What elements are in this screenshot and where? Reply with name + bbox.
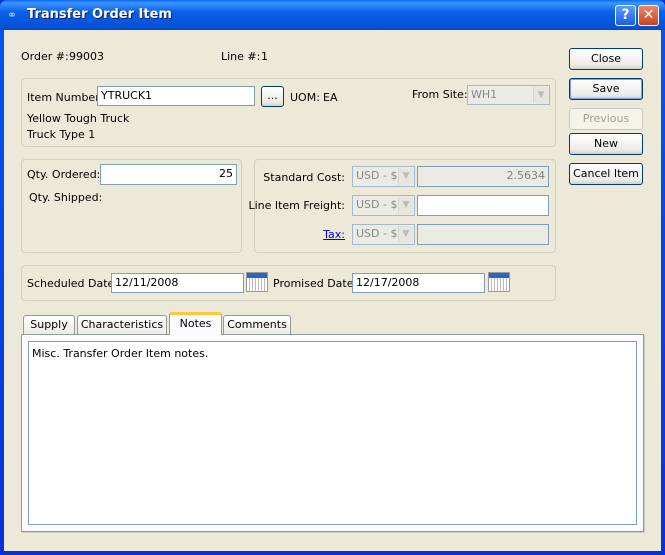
tax-input[interactable] xyxy=(417,224,549,245)
chevron-down-icon: ▼ xyxy=(398,168,413,185)
tax-link[interactable]: Tax: xyxy=(323,228,345,241)
close-button[interactable]: Close xyxy=(569,48,643,70)
qty-shipped-label: Qty. Shipped: xyxy=(29,191,103,204)
qty-ordered-input[interactable]: 25 xyxy=(100,164,237,185)
help-button[interactable]: ? xyxy=(615,5,636,26)
item-browse-button[interactable]: ... xyxy=(261,86,284,107)
item-description-2: Truck Type 1 xyxy=(27,128,96,141)
standard-cost-input[interactable]: 2.5634 xyxy=(417,166,549,187)
from-site-select[interactable]: WH1 ▼ xyxy=(467,85,550,105)
scheduled-date-input[interactable]: 12/11/2008 xyxy=(111,273,244,293)
from-site-value: WH1 xyxy=(471,88,498,101)
uom-label: UOM: xyxy=(290,91,320,104)
freight-currency-value: USD - $ xyxy=(356,198,398,211)
item-number-label: Item Number: xyxy=(27,91,104,104)
freight-currency-select[interactable]: USD - $ ▼ xyxy=(352,195,415,216)
line-number-value: 1 xyxy=(261,50,268,63)
line-number-label: Line #: xyxy=(221,50,261,63)
standard-cost-currency-select[interactable]: USD - $ ▼ xyxy=(352,166,415,187)
order-number-label: Order #: xyxy=(21,50,69,63)
tab-notes[interactable]: Notes xyxy=(169,312,222,335)
tab-supply[interactable]: Supply xyxy=(23,315,75,334)
tab-comments[interactable]: Comments xyxy=(223,315,291,334)
freight-label: Line Item Freight: xyxy=(248,199,345,212)
chevron-down-icon: ▼ xyxy=(398,226,413,243)
promised-date-input[interactable]: 12/17/2008 xyxy=(352,273,485,293)
chevron-down-icon: ▼ xyxy=(533,87,548,103)
tax-currency-value: USD - $ xyxy=(356,227,398,240)
new-button[interactable]: New xyxy=(569,133,643,155)
close-window-button[interactable]: ✕ xyxy=(638,5,659,26)
order-number-value: 99003 xyxy=(69,50,104,63)
window-title: Transfer Order Item xyxy=(27,7,172,22)
qty-ordered-label: Qty. Ordered: xyxy=(27,168,101,181)
item-description-1: Yellow Tough Truck xyxy=(27,112,130,125)
tax-currency-select[interactable]: USD - $ ▼ xyxy=(352,224,415,245)
uom-value: EA xyxy=(323,91,338,104)
promised-date-label: Promised Date: xyxy=(273,277,358,290)
from-site-label: From Site: xyxy=(412,88,468,101)
tab-characteristics[interactable]: Characteristics xyxy=(77,315,167,334)
item-number-input[interactable]: YTRUCK1 xyxy=(97,86,255,106)
freight-input[interactable] xyxy=(417,195,549,216)
previous-button[interactable]: Previous xyxy=(569,108,643,130)
standard-cost-label: Standard Cost: xyxy=(263,171,345,184)
title-bar[interactable]: ⚭ Transfer Order Item ? ✕ xyxy=(0,0,665,30)
chevron-down-icon: ▼ xyxy=(398,197,413,214)
scheduled-date-label: Scheduled Date: xyxy=(27,277,119,290)
calendar-icon[interactable] xyxy=(246,272,268,292)
standard-cost-currency-value: USD - $ xyxy=(356,169,398,182)
notes-textarea[interactable]: Misc. Transfer Order Item notes. xyxy=(28,341,637,525)
app-icon: ⚭ xyxy=(7,8,18,22)
calendar-icon[interactable] xyxy=(488,272,510,292)
save-button[interactable]: Save xyxy=(569,78,643,100)
cancel-item-button[interactable]: Cancel Item xyxy=(569,163,643,185)
